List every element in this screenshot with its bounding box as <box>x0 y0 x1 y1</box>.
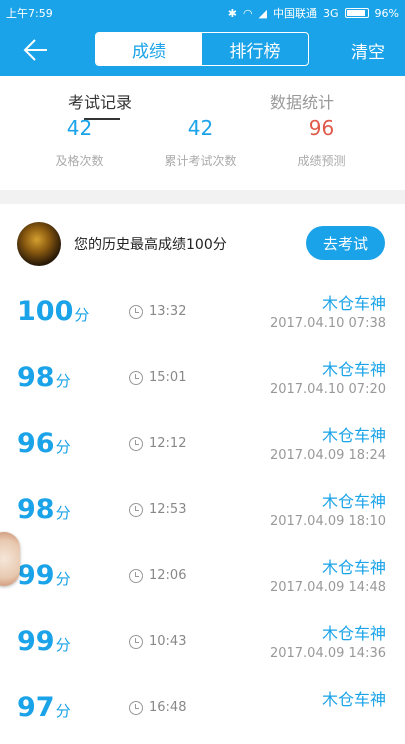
record-row[interactable]: 96分 12:12 木仓车神 2017.04.09 18:24 <box>0 414 405 480</box>
bluetooth-icon: ✱ <box>227 6 237 20</box>
stat-value: 42 <box>187 116 214 140</box>
duration: 12:06 <box>149 568 187 583</box>
tab-rank[interactable]: 排行榜 <box>202 33 308 65</box>
best-score-row: 您的历史最高成绩100分 去考试 <box>0 204 405 282</box>
exam-time: 2017.04.09 18:10 <box>269 514 386 529</box>
status-right: ✱ ◠ ◢ 中国联通 3G 96% <box>228 5 399 21</box>
clock-icon <box>129 569 143 583</box>
user-name: 木仓车神 <box>321 492 386 511</box>
stat-label: 成绩预测 <box>297 154 346 168</box>
score: 96分 <box>17 428 71 459</box>
score: 98分 <box>17 362 71 393</box>
score: 97分 <box>17 692 71 723</box>
avatar <box>17 222 61 266</box>
segment-control: 成绩 排行榜 <box>95 32 309 66</box>
exam-time: 2017.04.09 14:48 <box>269 580 386 595</box>
clock-icon <box>129 305 143 319</box>
stat-label: 及格次数 <box>55 154 104 168</box>
record-row[interactable]: 99分 10:43 木仓车神 2017.04.09 14:36 <box>0 612 405 678</box>
stat-value: 96 <box>308 116 335 140</box>
record-row[interactable]: 99分 12:06 木仓车神 2017.04.09 14:48 <box>0 546 405 612</box>
exam-time: 2017.04.10 07:38 <box>269 316 386 331</box>
score-unit: 分 <box>55 636 71 654</box>
score: 98分 <box>17 494 71 525</box>
score-value: 96 <box>17 428 55 459</box>
status-bar: 上午7:59 ✱ ◠ ◢ 中国联通 3G 96% <box>0 0 405 24</box>
tab-data-stats[interactable]: 数据统计 <box>270 89 334 113</box>
score-value: 100 <box>17 296 74 327</box>
duration: 16:48 <box>149 700 187 715</box>
exam-time: 2017.04.10 07:20 <box>269 382 386 397</box>
battery-label: 96% <box>374 6 399 20</box>
clock-icon <box>129 701 143 715</box>
exam-time: 2017.04.09 14:36 <box>269 646 386 661</box>
record-row[interactable]: 97分 16:48 木仓车神 <box>0 678 405 744</box>
stats-panel: 42 及格次数 42 累计考试次数 96 成绩预测 <box>0 118 405 190</box>
score: 99分 <box>17 626 71 657</box>
clock-icon <box>129 503 143 517</box>
duration: 15:01 <box>149 370 187 385</box>
app-bar: 成绩 排行榜 清空 <box>0 24 405 76</box>
tab-scores[interactable]: 成绩 <box>96 33 202 65</box>
best-score-text: 您的历史最高成绩100分 <box>74 237 227 253</box>
record-row[interactable]: 100分 13:32 木仓车神 2017.04.10 07:38 <box>0 282 405 348</box>
score-value: 99 <box>17 560 55 591</box>
exam-time: 2017.04.09 18:24 <box>269 448 386 463</box>
back-arrow-icon[interactable] <box>20 36 50 64</box>
stat-value: 42 <box>66 116 93 140</box>
duration: 10:43 <box>149 634 187 649</box>
take-exam-button[interactable]: 去考试 <box>306 226 385 260</box>
record-row[interactable]: 98分 15:01 木仓车神 2017.04.10 07:20 <box>0 348 405 414</box>
score-unit: 分 <box>55 504 71 522</box>
score-value: 98 <box>17 494 55 525</box>
user-name: 木仓车神 <box>321 558 386 577</box>
score-unit: 分 <box>55 438 71 456</box>
score-value: 97 <box>17 692 55 723</box>
user-name: 木仓车神 <box>321 690 386 709</box>
score-unit: 分 <box>55 372 71 390</box>
duration: 12:12 <box>149 436 187 451</box>
battery-icon <box>344 8 369 18</box>
clock-icon <box>129 635 143 649</box>
duration: 13:32 <box>149 304 187 319</box>
status-time: 上午7:59 <box>6 7 53 20</box>
user-name: 木仓车神 <box>321 360 386 379</box>
divider <box>0 190 405 204</box>
clear-button[interactable]: 清空 <box>351 38 385 63</box>
record-row[interactable]: 98分 12:53 木仓车神 2017.04.09 18:10 <box>0 480 405 546</box>
tab-exam-records[interactable]: 考试记录 <box>68 89 132 113</box>
score: 99分 <box>17 560 71 591</box>
stat-label: 累计考试次数 <box>164 154 237 168</box>
duration: 12:53 <box>149 502 187 517</box>
clock-icon <box>129 437 143 451</box>
network-label: 3G <box>323 6 339 20</box>
score-unit: 分 <box>55 570 71 588</box>
floating-assistant-icon[interactable] <box>0 532 20 586</box>
stat-pass-count: 42 及格次数 <box>12 118 147 169</box>
score-value: 99 <box>17 626 55 657</box>
wifi-icon: ◠ <box>242 6 253 20</box>
signal-icon: ◢ <box>258 6 268 20</box>
clock-icon <box>129 371 143 385</box>
stat-prediction: 96 成绩预测 <box>254 118 389 169</box>
carrier-label: 中国联通 <box>273 7 318 20</box>
user-name: 木仓车神 <box>321 294 386 313</box>
score-unit: 分 <box>74 306 90 324</box>
score-unit: 分 <box>55 702 71 720</box>
score: 100分 <box>17 296 89 327</box>
stat-total-count: 42 累计考试次数 <box>133 118 268 169</box>
score-value: 98 <box>17 362 55 393</box>
user-name: 木仓车神 <box>321 624 386 643</box>
sub-tabs: 考试记录 数据统计 <box>0 76 405 120</box>
user-name: 木仓车神 <box>321 426 386 445</box>
